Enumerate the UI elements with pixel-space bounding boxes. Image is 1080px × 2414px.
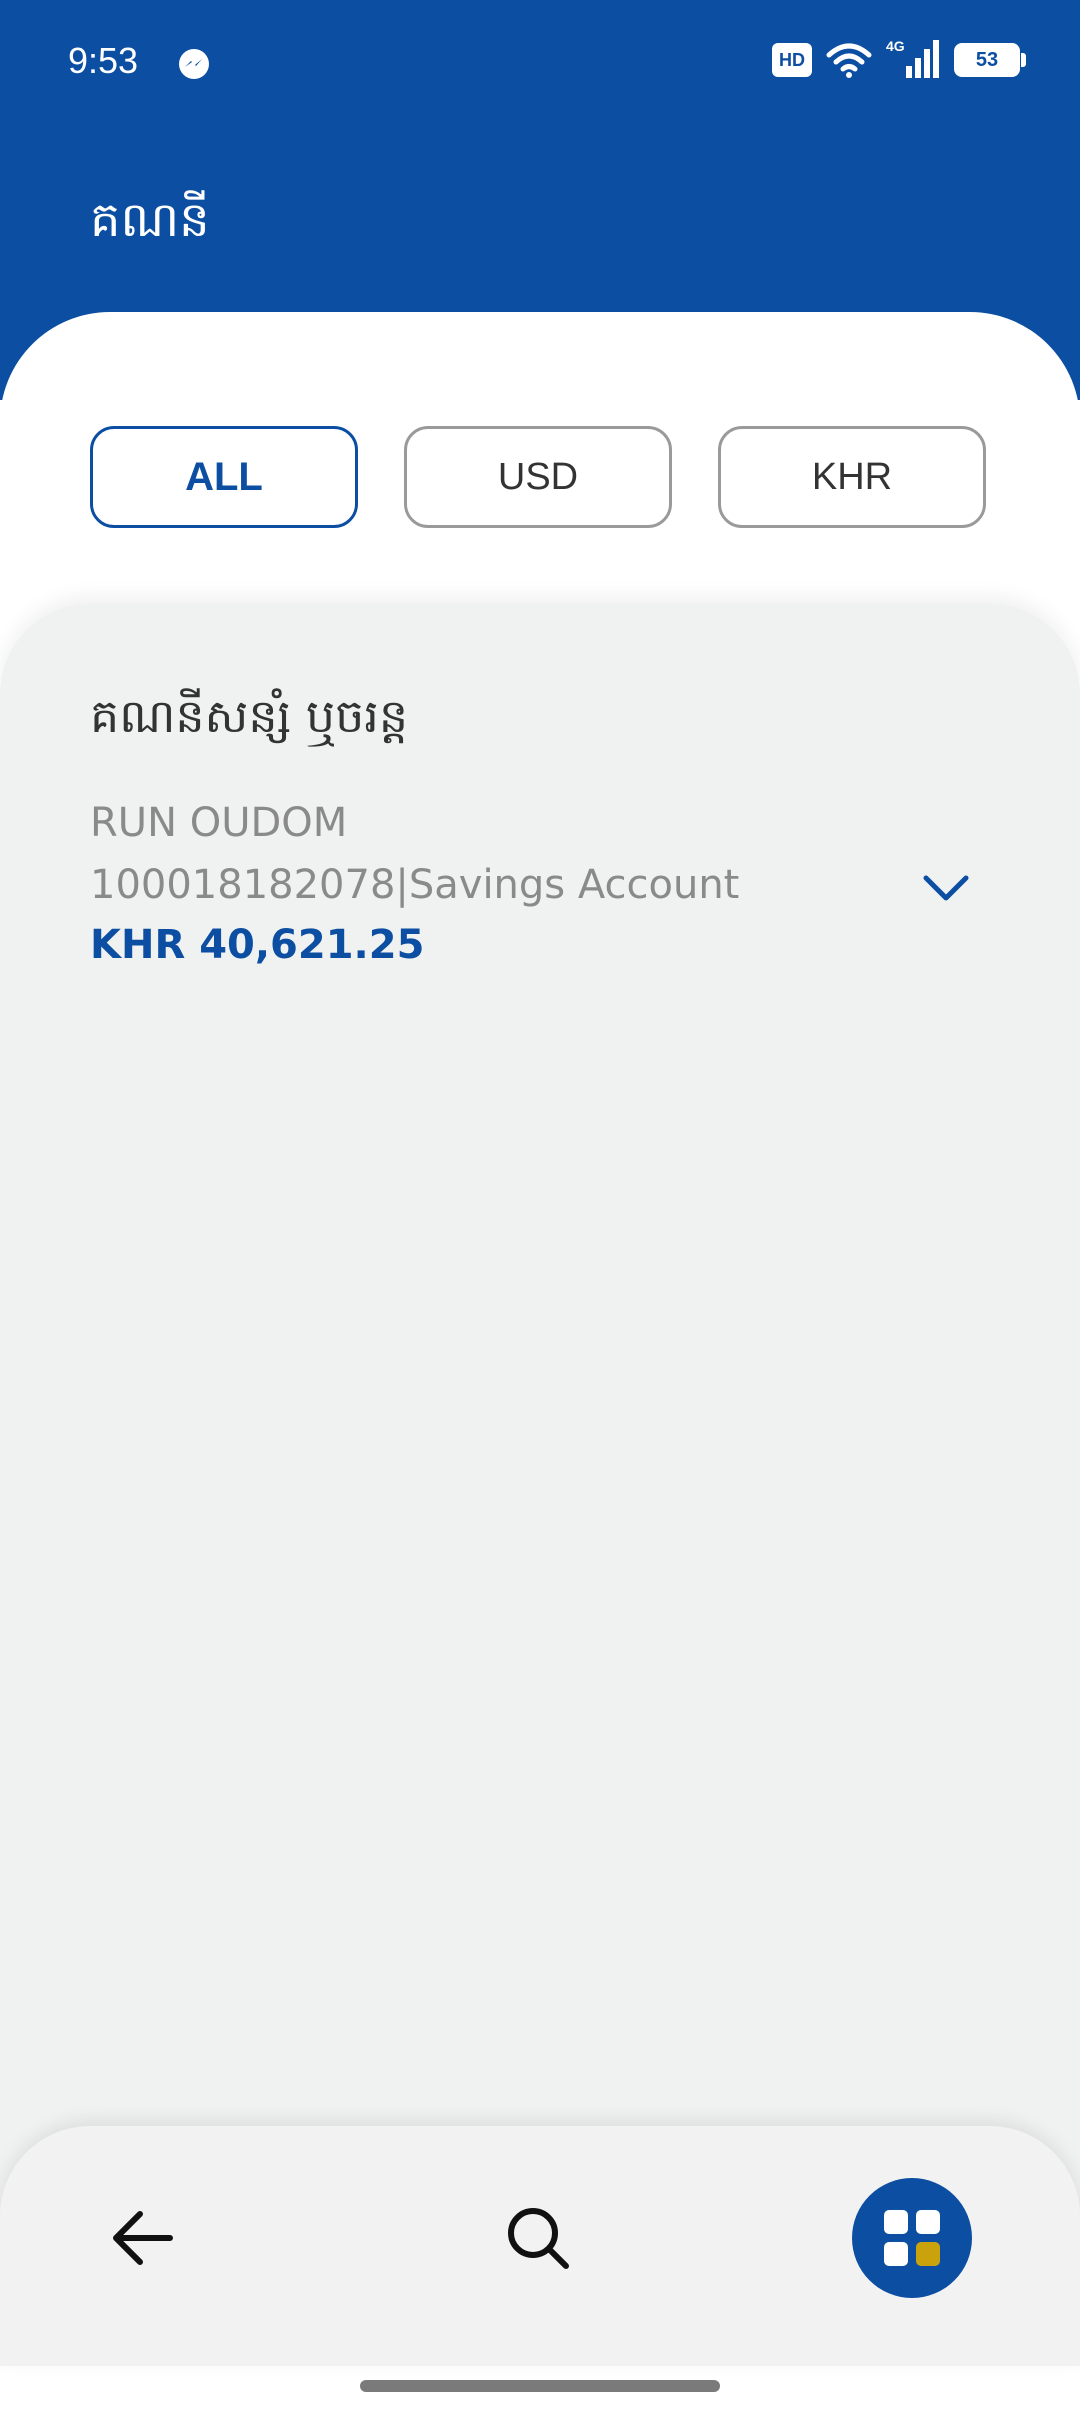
search-icon[interactable] bbox=[500, 2200, 576, 2276]
section-title: គណនីសន្សំ ឬចរន្ត bbox=[90, 689, 409, 743]
account-balance: KHR 40,621.25 bbox=[90, 922, 425, 968]
status-icons: HD 4G 53 bbox=[772, 38, 1026, 80]
accounts-panel bbox=[0, 604, 1080, 2224]
signal-icon: 4G bbox=[886, 38, 940, 80]
wifi-icon bbox=[826, 43, 872, 78]
currency-filter-chips: ALL USD KHR bbox=[90, 426, 986, 528]
chevron-down-icon[interactable] bbox=[918, 868, 974, 908]
battery-icon: 53 bbox=[954, 43, 1026, 77]
menu-grid-button[interactable] bbox=[852, 2178, 972, 2298]
account-holder-name: RUN OUDOM bbox=[90, 800, 348, 846]
filter-chip-usd[interactable]: USD bbox=[404, 426, 672, 528]
hd-badge: HD bbox=[772, 43, 812, 77]
home-indicator[interactable] bbox=[360, 2380, 720, 2392]
page-title: គណនី bbox=[90, 192, 210, 248]
filter-chip-khr[interactable]: KHR bbox=[718, 426, 986, 528]
menu-grid-icon bbox=[884, 2210, 940, 2266]
accounts-screen: 9:53 HD 4G 53 គណនី ALL USD KHR គណនីសន្សំ… bbox=[0, 0, 1080, 2414]
status-time: 9:53 bbox=[68, 40, 139, 81]
back-arrow-icon[interactable] bbox=[106, 2200, 182, 2276]
filter-chip-all[interactable]: ALL bbox=[90, 426, 358, 528]
account-number-type: 100018182078|Savings Account bbox=[90, 862, 740, 908]
messenger-icon bbox=[179, 49, 209, 79]
